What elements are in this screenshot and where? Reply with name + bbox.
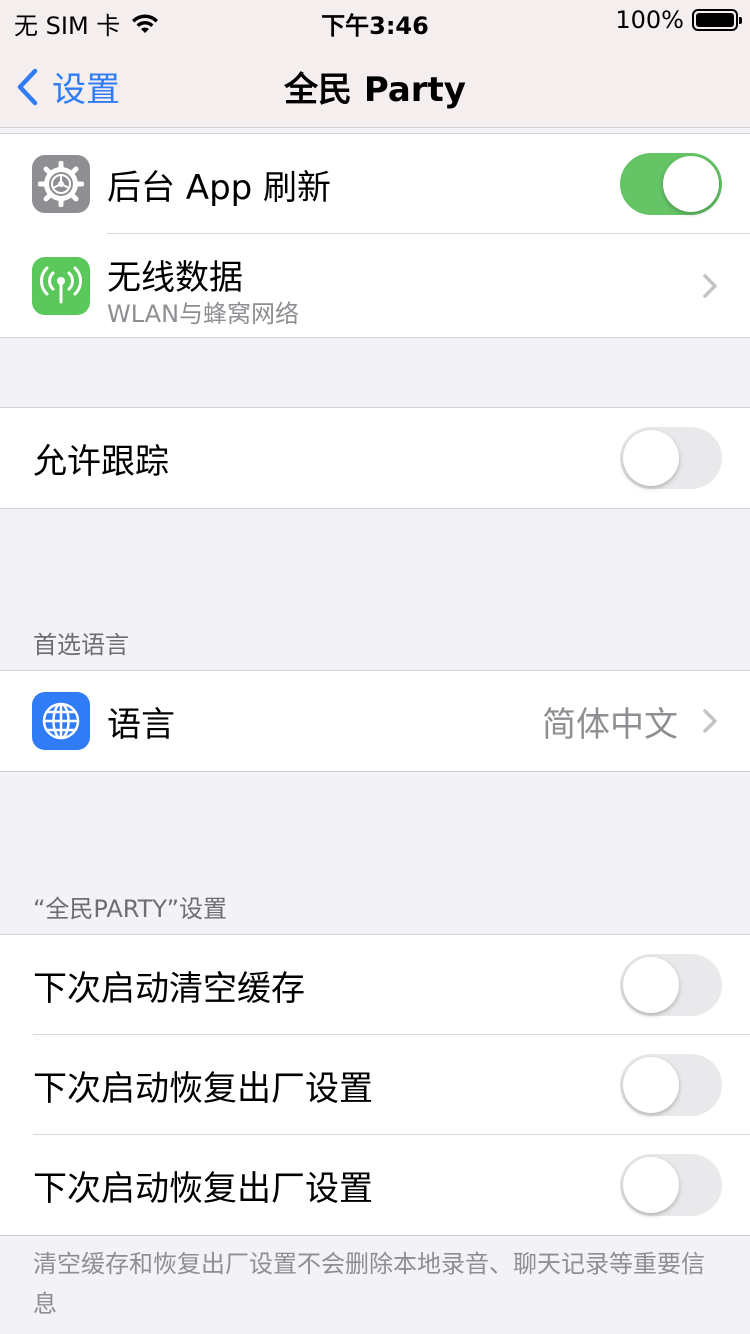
factory-reset-toggle-2[interactable] [620,1154,722,1216]
app-settings-header: “全民PARTY”设置 [33,895,228,923]
factory-reset-row: 下次启动恢复出厂设置 [0,1035,750,1135]
gear-icon [32,155,90,213]
background-refresh-label: 后台 App 刷新 [107,167,332,208]
wireless-data-label: 无线数据 [107,258,243,298]
allow-tracking-toggle[interactable] [620,427,722,489]
status-bar: 无 SIM 卡 下午3:46 100% [0,0,750,40]
allow-tracking-row: 允许跟踪 [0,408,750,508]
chevron-right-icon [703,709,717,733]
clear-cache-toggle[interactable] [620,954,722,1016]
page-title: 全民 Party [284,70,466,110]
wireless-data-row[interactable]: 无线数据 WLAN与蜂窝网络 [0,234,750,337]
antenna-icon [32,256,90,315]
language-value: 简体中文 [542,704,678,745]
factory-reset-label-2: 下次启动恢复出厂设置 [33,1168,373,1209]
language-group: 语言 简体中文 [0,670,750,772]
app-settings-group: 下次启动清空缓存 下次启动恢复出厂设置 下次启动恢复出厂设置 [0,934,750,1236]
settings-footer-note: 清空缓存和恢复出厂设置不会删除本地录音、聊天记录等重要信息 [33,1250,705,1318]
factory-reset-label: 下次启动恢复出厂设置 [33,1068,373,1109]
tracking-group: 允许跟踪 [0,407,750,509]
status-right: 100% [615,6,742,34]
factory-reset-toggle[interactable] [620,1054,722,1116]
chevron-right-icon [703,273,717,298]
globe-icon [32,692,90,750]
battery-icon [692,9,742,31]
preferred-language-header: 首选语言 [33,631,129,659]
battery-percent: 100% [615,6,684,34]
navigation-bar: 设置 全民 Party [0,40,750,128]
background-refresh-row: 后台 App 刷新 [0,134,750,234]
clear-cache-row: 下次启动清空缓存 [0,935,750,1035]
allow-tracking-label: 允许跟踪 [33,441,169,482]
language-row[interactable]: 语言 简体中文 [0,671,750,771]
factory-reset-row-2: 下次启动恢复出厂设置 [0,1135,750,1235]
wireless-data-sublabel: WLAN与蜂窝网络 [107,300,300,328]
clear-cache-label: 下次启动清空缓存 [33,968,305,1009]
background-refresh-toggle[interactable] [620,153,722,215]
permissions-group: 后台 App 刷新 无线数据 WLAN与蜂窝网络 [0,133,750,338]
language-label: 语言 [107,704,175,745]
